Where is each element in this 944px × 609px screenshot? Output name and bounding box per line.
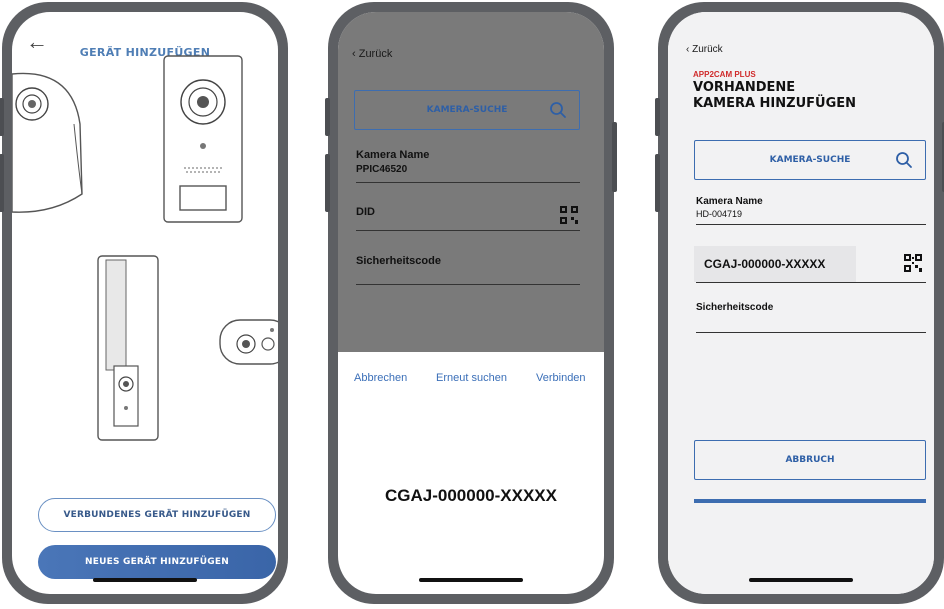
- screen: ‹ Zurück KAMERA-SUCHE Kamera Name PPIC46…: [338, 12, 604, 594]
- home-indicator: [93, 578, 197, 582]
- screen: ← GERÄT HINZUFÜGEN VERBUNDENES GERÄT HIN…: [12, 12, 278, 594]
- doorbell-camera-illustration: [163, 55, 243, 223]
- abort-button[interactable]: ABBRUCH: [694, 440, 926, 480]
- back-link[interactable]: ‹ Zurück: [686, 44, 723, 55]
- camera-search-button[interactable]: KAMERA-SUCHE: [694, 140, 926, 180]
- security-code-field[interactable]: [696, 332, 926, 333]
- phone-add-device: ← GERÄT HINZUFÜGEN VERBUNDENES GERÄT HIN…: [0, 2, 288, 604]
- volume-up-button: [325, 98, 330, 136]
- search-icon: [550, 102, 566, 118]
- brand-label: APP2CAM PLUS: [693, 70, 756, 79]
- camera-name-label: Kamera Name: [356, 149, 430, 161]
- camera-search-button[interactable]: KAMERA-SUCHE: [354, 90, 580, 130]
- back-link[interactable]: ‹ Zurück: [352, 48, 392, 60]
- dome-camera-illustration: [12, 72, 83, 213]
- screen: ‹ Zurück APP2CAM PLUS VORHANDENE KAMERA …: [668, 12, 934, 594]
- phone-add-existing-camera: ‹ Zurück APP2CAM PLUS VORHANDENE KAMERA …: [655, 2, 944, 604]
- volume-up-button: [0, 98, 4, 136]
- did-field[interactable]: [356, 230, 580, 231]
- field-divider: [356, 182, 580, 183]
- primary-button-edge[interactable]: [694, 499, 926, 503]
- field-divider: [696, 224, 926, 225]
- page-title-line-2: KAMERA HINZUFÜGEN: [693, 96, 856, 111]
- camera-name-field[interactable]: HD-004719: [696, 209, 742, 219]
- floodlight-camera-illustration: [97, 255, 159, 441]
- volume-down-button: [655, 154, 660, 212]
- field-divider: [696, 282, 926, 283]
- search-icon: [896, 152, 912, 168]
- did-field[interactable]: CGAJ-000000-XXXXX: [694, 246, 856, 282]
- did-label: DID: [356, 206, 375, 218]
- qr-code-icon[interactable]: [560, 206, 578, 224]
- page-title-line-1: VORHANDENE: [693, 80, 796, 95]
- camera-name-field[interactable]: PPIC46520: [356, 164, 407, 175]
- security-code-label: Sicherheitscode: [356, 255, 441, 267]
- volume-up-button: [655, 98, 660, 136]
- home-indicator: [749, 578, 853, 582]
- device-id-code: CGAJ-000000-XXXXX: [385, 486, 557, 505]
- security-code-field[interactable]: [356, 284, 580, 285]
- phone-camera-search: ‹ Zurück KAMERA-SUCHE Kamera Name PPIC46…: [325, 2, 617, 604]
- camera-name-label: Kamera Name: [696, 196, 763, 207]
- camera-search-label: KAMERA-SUCHE: [426, 105, 508, 115]
- qr-code-icon[interactable]: [904, 254, 922, 272]
- header: ← GERÄT HINZUFÜGEN: [12, 12, 278, 60]
- connect-button[interactable]: Verbinden: [536, 372, 586, 384]
- camera-search-label: KAMERA-SUCHE: [769, 155, 851, 165]
- volume-down-button: [0, 154, 4, 212]
- modal-overlay: ‹ Zurück KAMERA-SUCHE Kamera Name PPIC46…: [338, 12, 604, 352]
- power-button: [612, 122, 617, 192]
- volume-down-button: [325, 154, 330, 212]
- security-code-label: Sicherheitscode: [696, 302, 774, 313]
- home-indicator: [419, 578, 523, 582]
- add-new-device-button[interactable]: NEUES GERÄT HINZUFÜGEN: [38, 545, 276, 579]
- search-again-button[interactable]: Erneut suchen: [436, 372, 507, 384]
- page-title: VORHANDENE KAMERA HINZUFÜGEN: [693, 80, 856, 112]
- bullet-camera-illustration: [219, 319, 278, 365]
- cancel-button[interactable]: Abbrechen: [354, 372, 407, 384]
- add-connected-device-button[interactable]: VERBUNDENES GERÄT HINZUFÜGEN: [38, 498, 276, 532]
